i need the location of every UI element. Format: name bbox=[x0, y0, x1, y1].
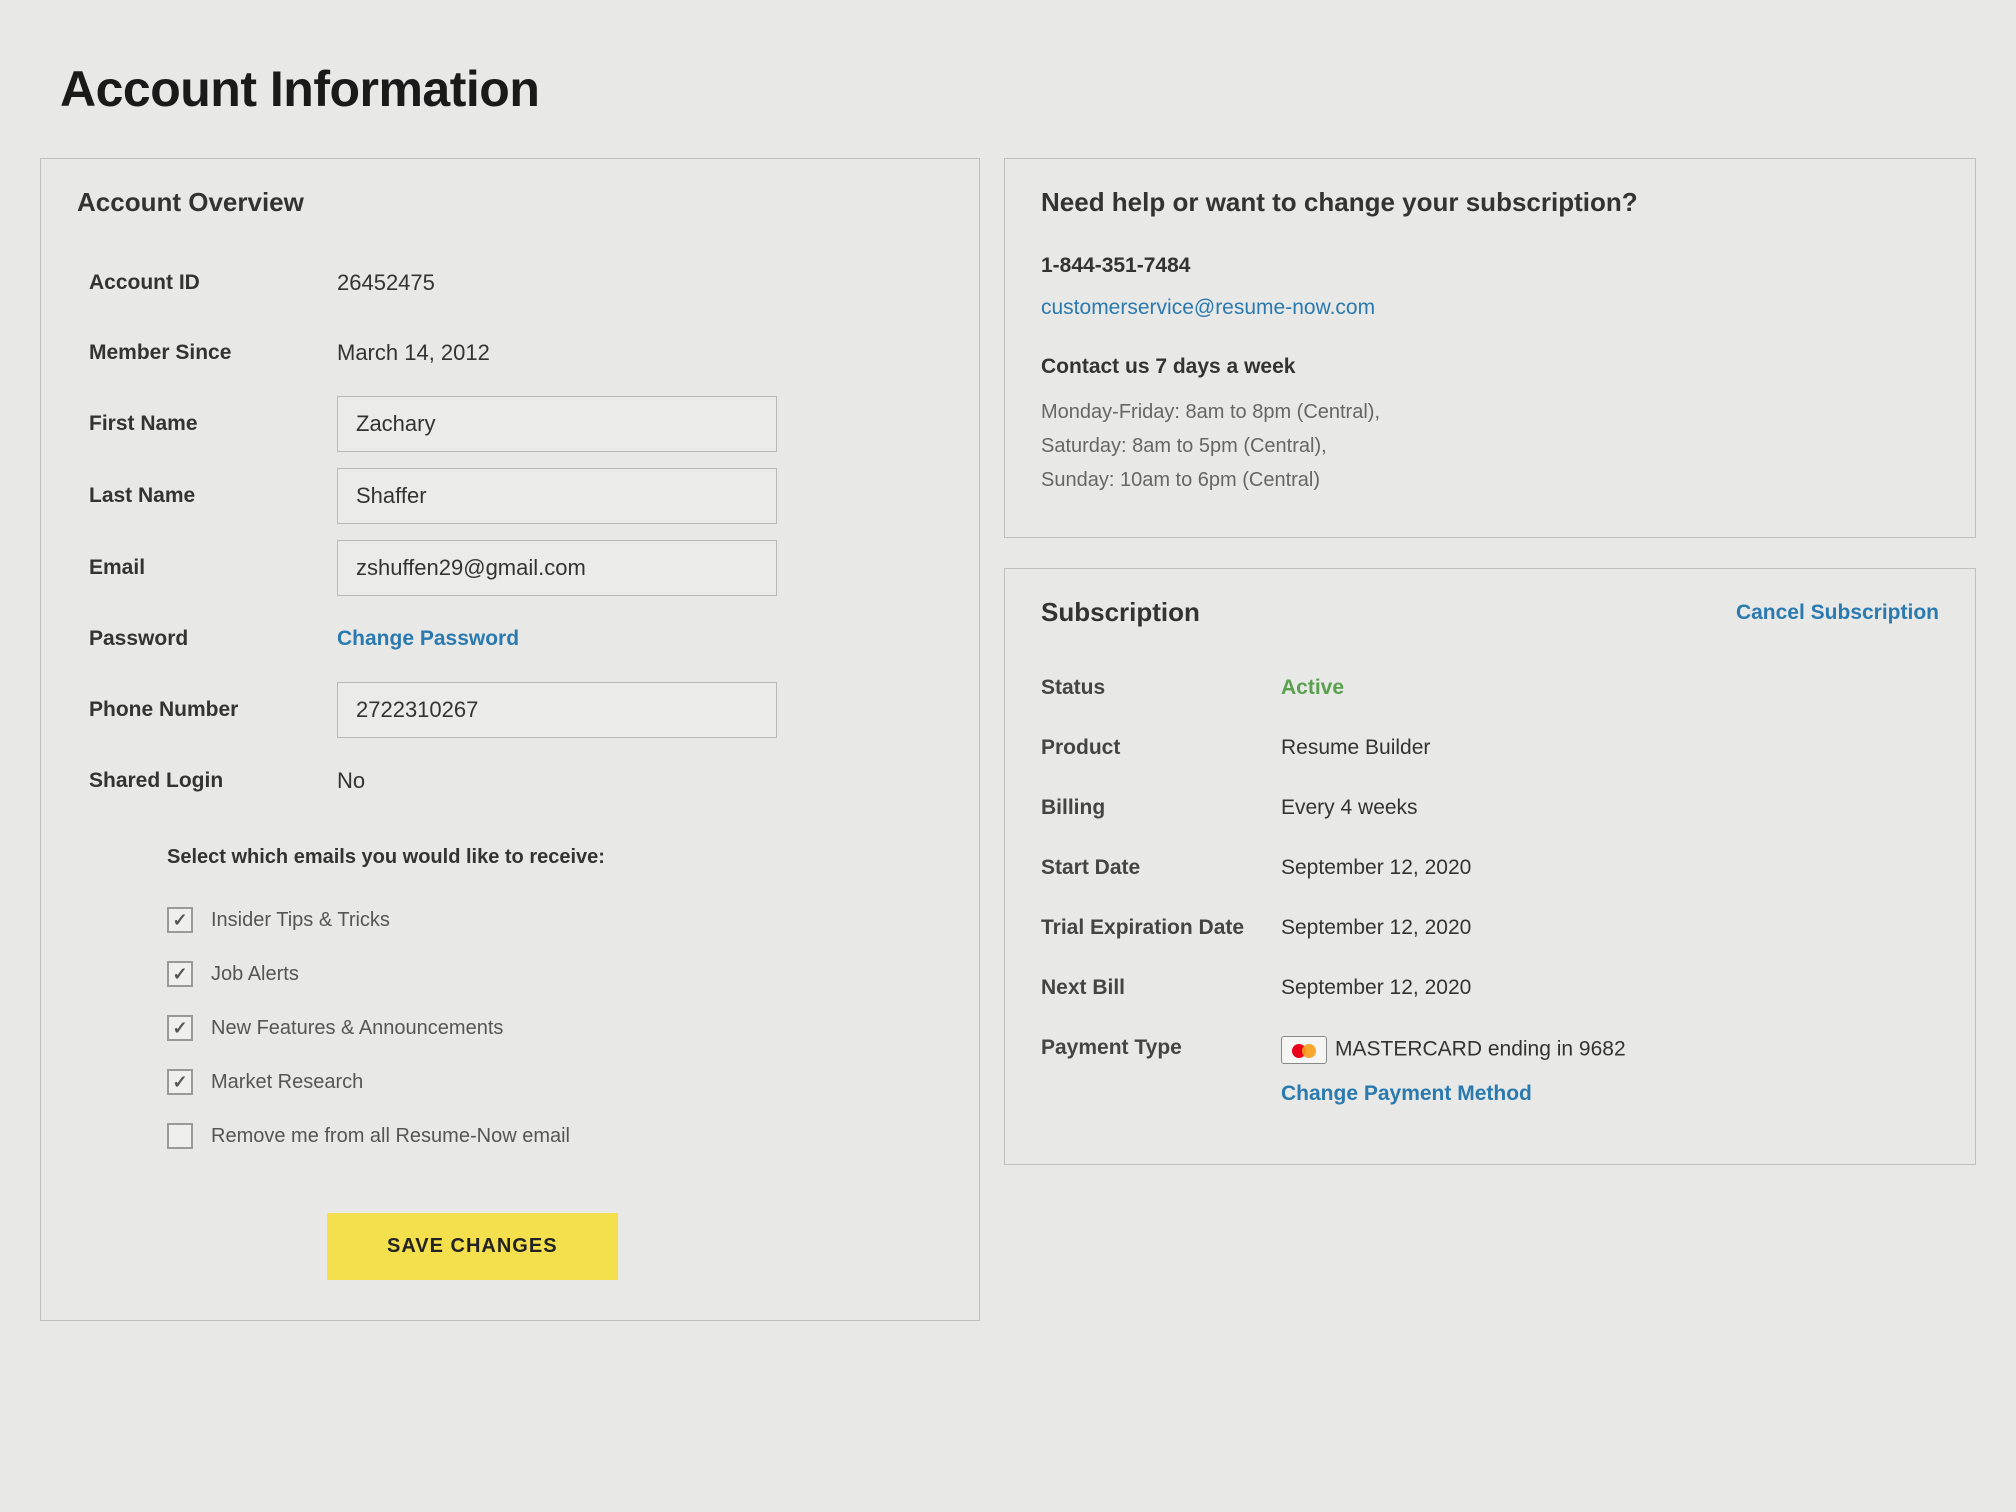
help-phone: 1-844-351-7484 bbox=[1041, 248, 1939, 284]
label-shared-login: Shared Login bbox=[77, 769, 337, 793]
checkbox-label-market-research: Market Research bbox=[211, 1071, 363, 1094]
label-product: Product bbox=[1041, 736, 1281, 760]
label-phone: Phone Number bbox=[77, 698, 337, 722]
label-billing: Billing bbox=[1041, 796, 1281, 820]
checkbox-label-remove-all: Remove me from all Resume-Now email bbox=[211, 1125, 570, 1148]
checkbox-market-research[interactable] bbox=[167, 1069, 193, 1095]
account-overview-panel: Account Overview Account ID 26452475 Mem… bbox=[40, 158, 980, 1321]
first-name-input[interactable] bbox=[337, 396, 777, 452]
value-billing: Every 4 weeks bbox=[1281, 796, 1939, 820]
checkbox-label-job-alerts: Job Alerts bbox=[211, 963, 299, 986]
page-title: Account Information bbox=[60, 60, 1976, 118]
value-status: Active bbox=[1281, 676, 1939, 700]
last-name-input[interactable] bbox=[337, 468, 777, 524]
label-payment-type: Payment Type bbox=[1041, 1036, 1281, 1060]
checkbox-job-alerts[interactable] bbox=[167, 961, 193, 987]
save-changes-button[interactable]: SAVE CHANGES bbox=[327, 1213, 618, 1280]
help-hours-line2: Saturday: 8am to 5pm (Central), bbox=[1041, 429, 1939, 463]
checkbox-new-features[interactable] bbox=[167, 1015, 193, 1041]
value-account-id: 26452475 bbox=[337, 270, 435, 296]
value-trial-expiration: September 12, 2020 bbox=[1281, 916, 1939, 940]
value-start-date: September 12, 2020 bbox=[1281, 856, 1939, 880]
subscription-title: Subscription bbox=[1041, 597, 1200, 628]
phone-input[interactable] bbox=[337, 682, 777, 738]
label-password: Password bbox=[77, 627, 337, 651]
label-email: Email bbox=[77, 556, 337, 580]
label-start-date: Start Date bbox=[1041, 856, 1281, 880]
help-email-link[interactable]: customerservice@resume-now.com bbox=[1041, 290, 1939, 326]
label-account-id: Account ID bbox=[77, 271, 337, 295]
checkbox-insider-tips[interactable] bbox=[167, 907, 193, 933]
value-payment-card: MASTERCARD ending in 9682 bbox=[1335, 1038, 1626, 1061]
label-last-name: Last Name bbox=[77, 484, 337, 508]
label-trial-expiration: Trial Expiration Date bbox=[1041, 916, 1281, 940]
help-title: Need help or want to change your subscri… bbox=[1041, 187, 1939, 218]
value-next-bill: September 12, 2020 bbox=[1281, 976, 1939, 1000]
change-password-link[interactable]: Change Password bbox=[337, 627, 519, 651]
email-input[interactable] bbox=[337, 540, 777, 596]
help-contact-subtitle: Contact us 7 days a week bbox=[1041, 349, 1939, 385]
checkbox-label-insider-tips: Insider Tips & Tricks bbox=[211, 909, 390, 932]
overview-title: Account Overview bbox=[77, 187, 943, 218]
checkbox-remove-all[interactable] bbox=[167, 1123, 193, 1149]
label-status: Status bbox=[1041, 676, 1281, 700]
help-hours-line3: Sunday: 10am to 6pm (Central) bbox=[1041, 463, 1939, 497]
mastercard-icon bbox=[1281, 1036, 1327, 1064]
change-payment-link[interactable]: Change Payment Method bbox=[1281, 1082, 1532, 1105]
help-panel: Need help or want to change your subscri… bbox=[1004, 158, 1976, 538]
label-next-bill: Next Bill bbox=[1041, 976, 1281, 1000]
checkbox-label-new-features: New Features & Announcements bbox=[211, 1017, 503, 1040]
cancel-subscription-link[interactable]: Cancel Subscription bbox=[1736, 601, 1939, 625]
email-prefs-title: Select which emails you would like to re… bbox=[167, 846, 903, 869]
label-member-since: Member Since bbox=[77, 341, 337, 365]
value-product: Resume Builder bbox=[1281, 736, 1939, 760]
help-hours-line1: Monday-Friday: 8am to 8pm (Central), bbox=[1041, 395, 1939, 429]
subscription-panel: Subscription Cancel Subscription Status … bbox=[1004, 568, 1976, 1165]
value-member-since: March 14, 2012 bbox=[337, 340, 490, 366]
label-first-name: First Name bbox=[77, 412, 337, 436]
value-shared-login: No bbox=[337, 768, 365, 794]
